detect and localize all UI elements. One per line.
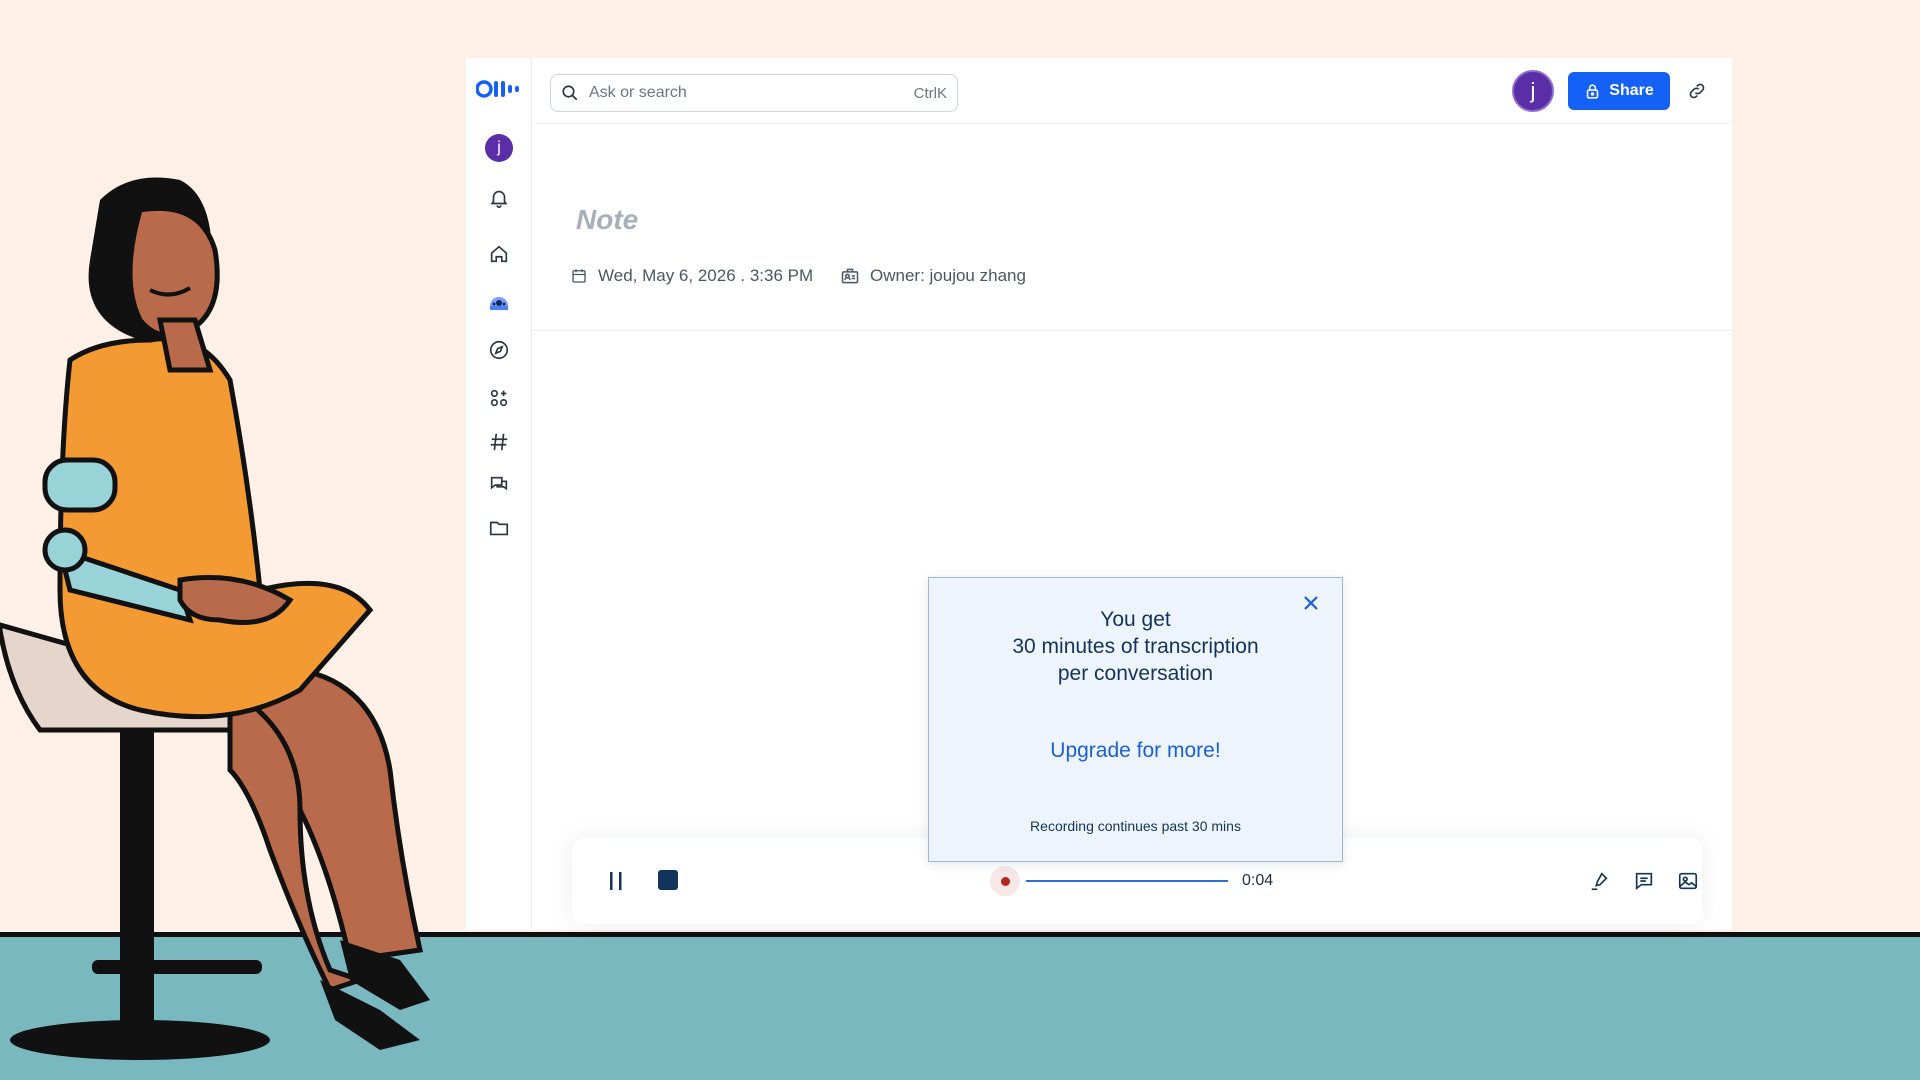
compass-icon[interactable] [485, 336, 513, 364]
sidebar-avatar[interactable]: j [485, 134, 513, 162]
sidebar: j [466, 58, 532, 930]
search-input[interactable]: Ask or search CtrlK [550, 74, 958, 112]
search-icon [562, 85, 578, 101]
upgrade-link[interactable]: Upgrade for more! [929, 739, 1342, 763]
note-owner: Owner: joujou zhang [840, 266, 1026, 286]
otter-assistant-icon[interactable] [485, 288, 513, 316]
recording-progress-track [1026, 880, 1228, 882]
recording-dot [1000, 876, 1010, 886]
comment-icon[interactable] [1632, 869, 1656, 893]
popup-line-1: You get [1100, 608, 1171, 631]
share-button[interactable]: Share [1568, 72, 1670, 110]
note-owner-text: Owner: joujou zhang [870, 266, 1026, 285]
stop-button[interactable] [658, 870, 678, 890]
note-title[interactable]: Note [576, 204, 638, 236]
search-shortcut: CtrlK [913, 84, 947, 102]
note-date-text: Wed, May 6, 2026 . 3:36 PM [598, 266, 814, 285]
user-avatar[interactable]: j [1512, 70, 1554, 112]
popup-message: You get 30 minutes of transcription per … [929, 606, 1342, 687]
folder-icon[interactable] [485, 514, 513, 542]
popup-footer: Recording continues past 30 mins [1030, 818, 1241, 834]
elapsed-time: 0:04 [1242, 872, 1274, 889]
search-placeholder: Ask or search [589, 84, 687, 101]
pause-icon[interactable] [606, 870, 626, 892]
bell-icon[interactable] [485, 184, 513, 212]
lock-icon [1587, 83, 1599, 99]
popup-line-3: per conversation [1057, 662, 1214, 685]
transcription-limit-popup: You get 30 minutes of transcription per … [928, 577, 1343, 862]
copy-link-icon[interactable] [1686, 80, 1708, 102]
highlight-pen-icon[interactable] [1588, 869, 1612, 893]
apps-add-icon[interactable] [485, 384, 513, 412]
calendar-icon [572, 269, 586, 283]
woman-illustration [0, 177, 430, 1060]
header-divider [532, 330, 1732, 331]
otter-logo-icon[interactable] [476, 80, 522, 98]
share-label: Share [1609, 82, 1654, 99]
note-date: Wed, May 6, 2026 . 3:36 PM [570, 266, 813, 286]
chat-icon[interactable] [485, 471, 513, 499]
owner-badge-icon [841, 268, 859, 284]
popup-line-2: 30 minutes of transcription [1012, 635, 1259, 658]
home-icon[interactable] [485, 240, 513, 268]
top-bar: Ask or search CtrlK j Share [532, 58, 1732, 124]
recording-indicator [990, 866, 1020, 896]
image-icon[interactable] [1676, 869, 1700, 893]
hash-icon[interactable] [485, 428, 513, 456]
